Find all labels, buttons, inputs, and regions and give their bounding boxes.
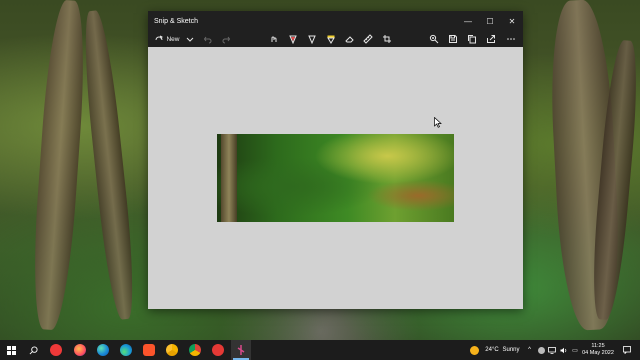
edge-icon[interactable]	[118, 340, 134, 360]
zoom-icon[interactable]	[428, 31, 440, 47]
clock-time: 11:25	[591, 343, 605, 349]
edge-beta-icon[interactable]	[95, 340, 111, 360]
clock[interactable]: 11:25 04 May 2022	[580, 340, 616, 360]
pencil-icon[interactable]	[306, 31, 318, 47]
screen-recorder-icon[interactable]	[210, 340, 226, 360]
brave-icon[interactable]	[141, 340, 157, 360]
save-icon[interactable]	[447, 31, 459, 47]
toolbar: New	[148, 31, 523, 47]
minimize-button[interactable]: —	[457, 11, 479, 31]
more-icon[interactable]	[505, 31, 517, 47]
clock-date: 04 May 2022	[582, 350, 614, 356]
app-tray-icon[interactable]	[536, 340, 546, 360]
chrome-canary-icon[interactable]	[164, 340, 180, 360]
crop-icon[interactable]	[381, 31, 393, 47]
weather-condition[interactable]: Sunny	[500, 340, 522, 360]
window-title: Snip & Sketch	[154, 17, 198, 25]
mouse-cursor-icon	[434, 117, 442, 128]
highlighter-icon[interactable]	[325, 31, 337, 47]
weather-temperature[interactable]: 24°C	[482, 340, 502, 360]
wallpaper-trunk	[28, 0, 90, 331]
wallpaper-trunk	[78, 9, 140, 321]
snip-and-sketch-taskbar-icon[interactable]	[231, 340, 251, 360]
chevron-down-icon[interactable]	[185, 31, 195, 47]
maximize-button[interactable]: ☐	[479, 11, 501, 31]
snip-image[interactable]	[217, 134, 454, 222]
close-button[interactable]: ✕	[501, 11, 523, 31]
windows-start-icon[interactable]	[4, 340, 18, 360]
share-icon[interactable]	[485, 31, 497, 47]
sun-icon[interactable]	[468, 340, 480, 360]
search-icon[interactable]	[26, 340, 40, 360]
ballpoint-pen-icon[interactable]	[287, 31, 299, 47]
canvas-area[interactable]	[148, 47, 523, 309]
touch-writing-icon[interactable]	[268, 31, 280, 47]
taskbar: 24°C Sunny ^ ▭ 11:25 04 May 2022	[0, 340, 640, 360]
snip-and-sketch-window: Snip & Sketch — ☐ ✕ New	[148, 11, 523, 309]
copy-icon[interactable]	[466, 31, 478, 47]
snip-image-trunk	[221, 134, 237, 222]
eraser-icon[interactable]	[344, 31, 356, 47]
chevron-up-icon[interactable]: ^	[525, 340, 534, 360]
notifications-icon[interactable]	[620, 340, 634, 360]
redo-icon[interactable]	[220, 31, 232, 47]
ruler-icon[interactable]	[362, 31, 374, 47]
title-bar: Snip & Sketch — ☐ ✕	[148, 11, 523, 31]
chrome-icon[interactable]	[187, 340, 203, 360]
new-button[interactable]: New	[166, 31, 180, 47]
network-icon[interactable]	[547, 340, 557, 360]
firefox-icon[interactable]	[72, 340, 88, 360]
volume-icon[interactable]	[559, 340, 569, 360]
new-snip-icon[interactable]	[153, 31, 165, 47]
undo-icon[interactable]	[202, 31, 214, 47]
language-icon[interactable]: ▭	[571, 340, 579, 360]
vivaldi-browser-icon[interactable]	[48, 340, 64, 360]
